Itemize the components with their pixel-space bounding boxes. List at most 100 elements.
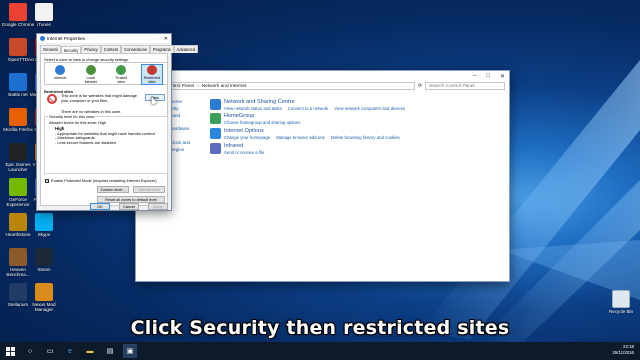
sidebar-item[interactable] — [170, 133, 200, 140]
security-level-group: Security level for this zone Allowed lev… — [44, 114, 168, 174]
store-icon[interactable]: ▤ — [103, 344, 117, 358]
clock[interactable]: 22:18 29/11/2016 — [612, 344, 634, 356]
control-panel-taskbar-icon[interactable]: ▣ — [123, 344, 137, 358]
sidebar: Home urity ound Hardware Clock and Region — [170, 99, 200, 153]
zone-label: Trusted sites — [115, 76, 128, 84]
custom-level-button[interactable]: Custom level... — [97, 186, 129, 193]
edge-icon[interactable]: e — [63, 344, 77, 358]
zone-label: Internet — [54, 76, 67, 80]
tab-content[interactable]: Content — [100, 45, 122, 53]
desktop-icon[interactable]: Skype — [27, 213, 61, 237]
default-level-button[interactable]: Default level — [133, 186, 165, 193]
tab-advanced[interactable]: Advanced — [173, 45, 198, 53]
cancel-button[interactable]: Cancel — [119, 203, 139, 210]
search-icon[interactable]: ○ — [23, 344, 37, 358]
breadcrumb-network-internet[interactable]: Network and Internet — [202, 84, 247, 89]
sidebar-item[interactable]: Clock and Region — [170, 140, 200, 154]
maximize-icon[interactable]: □ — [486, 73, 490, 79]
category-link[interactable]: Change your homepage — [224, 135, 270, 140]
search-input[interactable]: Search Control Panel — [425, 82, 505, 90]
app-icon — [9, 178, 27, 196]
category-link[interactable]: Delete browsing history and cookies — [331, 135, 400, 140]
start-button[interactable] — [3, 344, 17, 358]
allowed-levels: Allowed levels for this zone: High — [49, 120, 107, 125]
task-view-icon[interactable]: ▭ — [43, 344, 57, 358]
tab-connections[interactable]: Connections — [121, 45, 150, 53]
address-bar[interactable]: Control Panel › Network and Internet — [161, 82, 415, 90]
app-icon — [9, 73, 27, 91]
window-controls: – □ ✕ — [136, 71, 509, 81]
taskbar: ○ ▭ e ▬ ▤ ▣ 22:18 29/11/2016 — [0, 342, 640, 360]
ok-button[interactable]: OK — [90, 203, 110, 210]
level-description: - Appropriate for websites that might ha… — [55, 131, 165, 145]
app-icon — [9, 108, 27, 126]
category-title[interactable]: Internet Options — [224, 128, 264, 134]
app-icon — [35, 283, 53, 301]
zone-item[interactable]: Trusted sites — [111, 65, 131, 84]
tab-general[interactable]: General — [40, 45, 61, 53]
address-bar-row: ← → ↑ Control Panel › Network and Intern… — [136, 81, 509, 91]
sidebar-item[interactable]: urity — [170, 106, 200, 113]
sidebar-item[interactable]: ound — [170, 113, 200, 120]
category-title[interactable]: Network and Sharing Centre — [224, 99, 295, 105]
category-link[interactable]: View network status and tasks — [224, 106, 282, 111]
sidebar-item[interactable]: Home — [170, 99, 200, 106]
category-link[interactable]: View network computers and devices — [334, 106, 405, 111]
desktop-icon[interactable]: Steam — [27, 248, 61, 272]
app-icon — [35, 213, 53, 231]
category-link[interactable]: Connect to a network — [288, 106, 329, 111]
zone-item[interactable]: Local intranet — [81, 65, 101, 84]
refresh-icon[interactable]: ⟳ — [418, 84, 422, 89]
protected-mode-row: ✓ Enable Protected Mode (requires restar… — [45, 178, 157, 183]
tab-privacy[interactable]: Privacy — [81, 45, 101, 53]
close-icon[interactable]: ✕ — [500, 73, 505, 80]
windows-logo-icon — [5, 346, 15, 356]
zone-icon — [146, 65, 157, 75]
close-icon[interactable]: ✕ — [164, 36, 168, 42]
recycle-bin-icon — [612, 290, 630, 308]
category-link[interactable]: Send or receive a file — [224, 150, 264, 155]
level-bullet: - Less secure features are disabled — [55, 139, 116, 145]
desktop-icon[interactable]: Nexus Mod Manager — [27, 283, 61, 312]
zone-item[interactable]: Internet — [50, 65, 70, 84]
sidebar-item[interactable]: Hardware — [170, 126, 200, 133]
zone-icon — [116, 65, 127, 75]
zone-list: Internet Local intranet Trusted sites Restr… — [44, 62, 168, 85]
desktop-icon-label: Skype — [37, 232, 51, 237]
zone-icon — [55, 65, 66, 75]
category-title[interactable]: Infrared — [224, 143, 243, 149]
internet-options-icon — [40, 36, 45, 41]
category-title[interactable]: HomeGroup — [224, 113, 254, 119]
security-panel: Select a zone to view or change security… — [40, 53, 168, 206]
app-icon — [9, 143, 27, 161]
dialog-buttons: OK Cancel Apply — [37, 202, 171, 211]
category-links: View network status and tasks Connect to … — [224, 106, 405, 111]
category-icon — [210, 128, 221, 139]
desktop-icon-label: Steam — [37, 267, 51, 272]
control-panel-window[interactable]: – □ ✕ ← → ↑ Control Panel › Network and … — [135, 70, 510, 282]
desktop-icon-label: Nexus Mod Manager — [32, 302, 56, 313]
zone-label: Local intranet — [84, 76, 97, 84]
category-link[interactable]: Manage browser add-ons — [276, 135, 325, 140]
file-explorer-icon[interactable]: ▬ — [83, 344, 97, 358]
category-links: Choose homegroup and sharing options — [224, 120, 300, 125]
apply-button[interactable]: Apply — [148, 203, 168, 210]
category-icon — [210, 113, 221, 124]
tab-programs[interactable]: Programs — [149, 45, 174, 53]
sidebar-item[interactable] — [170, 119, 200, 126]
desktop-icon-label: iTunes — [37, 22, 51, 27]
app-icon — [9, 38, 27, 56]
zone-item[interactable]: Restricted sites — [140, 64, 163, 85]
minimize-icon[interactable]: – — [473, 73, 476, 79]
desktop-icon[interactable]: iTunes — [27, 3, 61, 27]
category-icon — [210, 143, 221, 154]
app-icon — [35, 248, 53, 266]
recycle-bin[interactable]: Recycle Bin — [604, 290, 638, 314]
protected-mode-label: Enable Protected Mode (requires restarti… — [51, 178, 157, 183]
app-icon — [9, 3, 27, 21]
internet-properties-dialog[interactable]: Internet Properties ✕ General Security Pri… — [36, 33, 198, 211]
protected-mode-checkbox[interactable]: ✓ — [45, 178, 49, 183]
dialog-title: Internet Properties — [47, 36, 85, 41]
category-link[interactable]: Choose homegroup and sharing options — [224, 120, 300, 125]
dialog-titlebar: Internet Properties ✕ — [37, 34, 171, 43]
